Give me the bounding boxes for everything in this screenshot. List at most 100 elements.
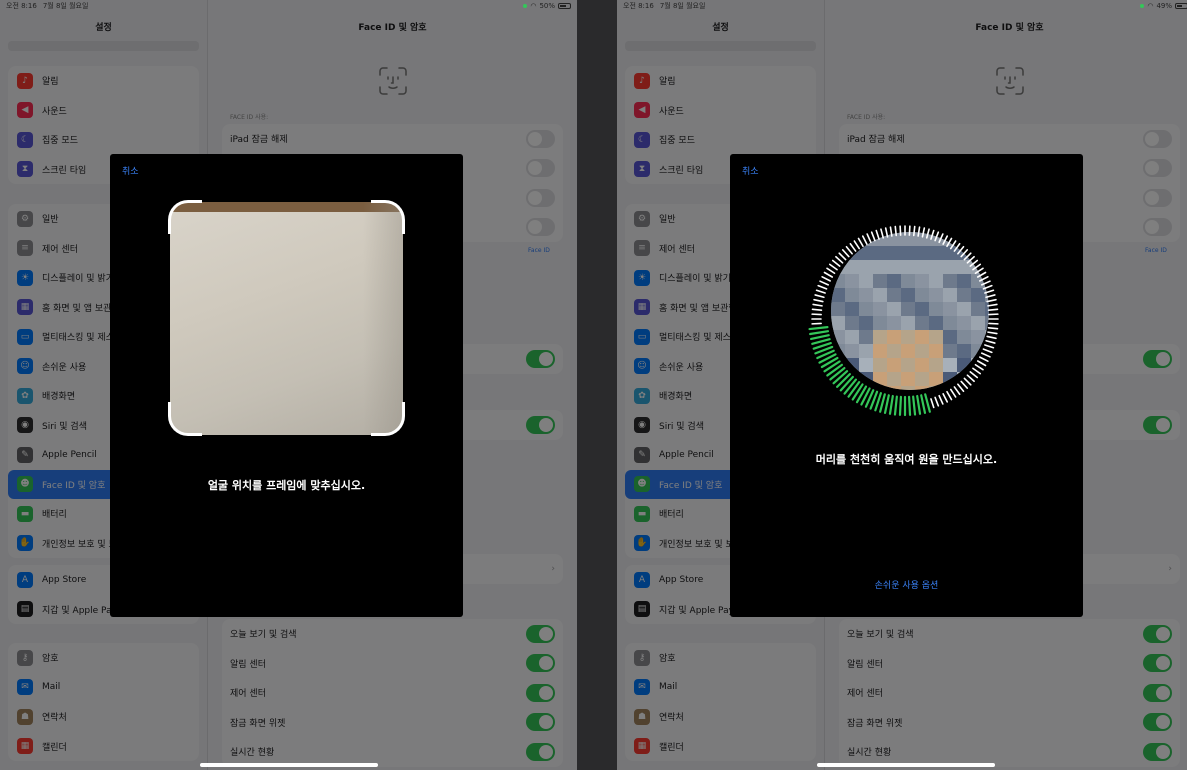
progress-tick	[821, 275, 831, 282]
progress-tick	[880, 228, 885, 239]
progress-tick	[870, 231, 876, 242]
progress-tick	[980, 352, 991, 358]
accessibility-options-button[interactable]: 손쉬운 사용 옵션	[730, 578, 1083, 591]
progress-tick-filled	[907, 395, 912, 416]
progress-tick-filled	[843, 378, 858, 395]
progress-tick	[966, 255, 975, 264]
progress-tick	[934, 396, 940, 407]
progress-tick	[884, 227, 889, 238]
progress-tick	[866, 233, 872, 244]
progress-tick-filled	[893, 395, 898, 416]
progress-tick	[957, 245, 965, 255]
cancel-button[interactable]: 취소	[742, 164, 759, 177]
progress-tick	[838, 252, 847, 261]
cancel-button[interactable]: 취소	[122, 164, 139, 177]
progress-tick	[946, 390, 953, 401]
camera-indicator-icon	[523, 4, 528, 8]
progress-tick	[979, 275, 989, 282]
progress-tick	[984, 344, 995, 349]
progress-tick	[823, 271, 834, 278]
progress-tick	[861, 235, 868, 245]
progress-tick-filled	[924, 393, 931, 413]
progress-tick-filled	[809, 334, 830, 341]
progress-tick	[984, 289, 995, 294]
progress-tick	[960, 249, 969, 258]
faceid-setup-sheet: 취소 얼굴 위치를 프레임에 맞추십시오.	[110, 154, 463, 617]
progress-tick	[980, 280, 991, 286]
ipad-screen-right: 오전 8:16 7월 8일 월요일 ◠ 49% 설정 ♪알림◀사운드☾집중 모드…	[617, 0, 1187, 770]
status-bar: 오전 8:16 7월 8일 월요일 ◠ 50%	[0, 0, 577, 12]
progress-tick	[974, 363, 984, 371]
wifi-icon: ◠	[1147, 2, 1154, 10]
status-time: 오전 8:16	[6, 2, 37, 10]
status-time: 오전 8:16	[623, 2, 654, 10]
progress-tick	[817, 284, 828, 290]
progress-tick	[974, 267, 984, 275]
screen-divider	[577, 0, 617, 770]
progress-tick	[972, 367, 982, 375]
progress-tick-filled	[883, 394, 890, 415]
progress-tick	[849, 242, 857, 252]
progress-tick	[889, 226, 893, 237]
progress-tick	[835, 255, 844, 264]
battery-percent: 50%	[539, 2, 555, 10]
progress-tick-filled	[912, 395, 917, 416]
home-indicator[interactable]	[816, 763, 995, 767]
frame-corner-top-left	[168, 200, 202, 234]
progress-tick-filled	[836, 373, 851, 388]
progress-tick	[925, 228, 930, 239]
progress-tick	[960, 380, 969, 389]
progress-tick	[963, 377, 972, 386]
progress-tick	[826, 267, 836, 275]
progress-tick	[814, 294, 825, 299]
progress-tick-filled	[829, 366, 846, 381]
battery-icon	[1175, 3, 1187, 9]
ipad-screen-left: 오전 8:16 7월 8일 월요일 ◠ 50% 설정 ♪알림◀사운드☾집중 모드…	[0, 0, 577, 770]
progress-tick	[979, 356, 989, 363]
frame-corner-bottom-left	[168, 402, 202, 436]
progress-tick-filled	[898, 395, 903, 416]
home-indicator[interactable]	[199, 763, 378, 767]
progress-tick	[857, 237, 864, 248]
faceid-setup-sheet: 취소 머리를 천천히 움직여 원을 만드십시오. 손쉬운 사용 옵션	[730, 154, 1083, 617]
progress-tick-filled	[809, 330, 830, 336]
progress-tick	[811, 308, 823, 312]
progress-tick	[982, 284, 993, 290]
progress-tick	[987, 326, 999, 330]
camera-preview-shadow	[363, 202, 403, 435]
progress-tick	[930, 229, 935, 240]
progress-tick-filled	[839, 375, 854, 392]
progress-tick	[921, 227, 926, 238]
camera-preview	[170, 202, 403, 435]
progress-tick	[938, 394, 944, 405]
progress-tick	[953, 242, 961, 252]
progress-tick	[949, 240, 957, 250]
progress-tick-filled	[826, 363, 843, 377]
progress-tick	[976, 271, 987, 278]
progress-tick	[969, 259, 979, 267]
progress-tick	[938, 233, 944, 244]
progress-tick	[946, 237, 953, 248]
instruction-text: 얼굴 위치를 프레임에 맞추십시오.	[207, 479, 366, 492]
progress-tick	[985, 339, 996, 344]
progress-tick-filled	[847, 381, 861, 398]
progress-tick	[942, 235, 949, 245]
progress-tick	[953, 386, 961, 396]
instruction-text: 머리를 천천히 움직여 원을 만드십시오.	[815, 453, 998, 466]
progress-tick	[982, 348, 993, 354]
progress-tick	[831, 259, 841, 267]
progress-tick-filled	[920, 394, 927, 415]
progress-tick	[976, 360, 987, 367]
progress-tick	[986, 335, 997, 340]
progress-tick	[969, 371, 979, 379]
progress-tick-filled	[832, 370, 849, 385]
progress-tick	[963, 252, 972, 261]
progress-tick	[828, 263, 838, 271]
progress-tick	[815, 289, 826, 294]
wifi-icon: ◠	[530, 2, 537, 10]
progress-tick	[987, 308, 999, 312]
progress-tick	[813, 298, 824, 303]
status-date: 7월 8일 월요일	[42, 2, 89, 10]
progress-tick	[949, 388, 957, 398]
progress-tick	[917, 226, 921, 237]
